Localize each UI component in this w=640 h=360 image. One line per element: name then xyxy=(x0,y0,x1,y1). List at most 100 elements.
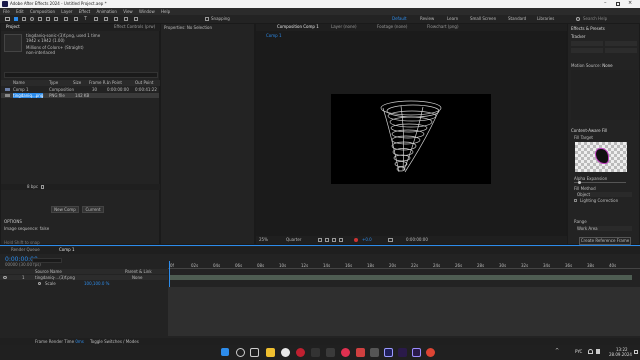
snapping-checkbox[interactable] xyxy=(205,17,209,21)
tab-flowchart[interactable]: Flowchart (png) xyxy=(424,24,462,30)
opera-icon[interactable] xyxy=(296,348,305,357)
list-item[interactable]: tingdaniq...png PNG file 142 KB xyxy=(1,93,159,98)
close-button[interactable]: × xyxy=(628,0,632,6)
app-icon[interactable] xyxy=(370,348,379,357)
media-encoder-icon[interactable] xyxy=(398,348,407,357)
search-icon[interactable] xyxy=(576,17,580,21)
minimize-button[interactable]: – xyxy=(604,0,607,6)
project-search-input[interactable] xyxy=(4,72,158,78)
after-effects-icon[interactable] xyxy=(384,348,393,357)
language-indicator[interactable]: PYC xyxy=(575,349,582,355)
maximize-button[interactable] xyxy=(616,2,620,6)
snapshot-icon[interactable] xyxy=(388,238,393,242)
workspace-small-screen[interactable]: Small Screen xyxy=(470,16,496,22)
zoom-tool-icon[interactable] xyxy=(30,17,34,21)
bpc-label[interactable]: 8 bpc xyxy=(27,184,38,190)
clock-date[interactable]: 28.09.2024 xyxy=(609,352,632,357)
col-out-point[interactable]: Out Point xyxy=(135,80,153,86)
track-camera-button[interactable] xyxy=(571,41,603,46)
time-ruler[interactable]: 0f 02s 04s 06s 08s 10s 12s 14s 16s 18s 2… xyxy=(168,263,640,269)
workspace-standard[interactable]: Standard xyxy=(508,16,526,22)
current-time[interactable]: 0:00:00:00 xyxy=(406,237,428,243)
col-source-name[interactable]: Source Name xyxy=(35,269,62,274)
workspace-review[interactable]: Review xyxy=(420,16,434,22)
trash-icon[interactable] xyxy=(41,185,44,189)
tab-effect-controls[interactable]: Effect Controls (prw) xyxy=(111,24,158,30)
lighting-correction-checkbox[interactable] xyxy=(574,199,577,202)
fill-method-dropdown[interactable]: Object xyxy=(577,192,632,197)
col-parent-link[interactable]: Parent & Link xyxy=(125,269,152,274)
wifi-icon[interactable] xyxy=(588,349,593,354)
pen-tool-icon[interactable] xyxy=(74,17,78,21)
track-motion-button[interactable] xyxy=(571,48,603,53)
hand-tool-icon[interactable] xyxy=(22,17,26,21)
premiere-icon[interactable] xyxy=(412,348,421,357)
menu-effect[interactable]: Effect xyxy=(79,9,91,14)
exposure-value[interactable]: +0.0 xyxy=(362,237,372,243)
channel-icon[interactable] xyxy=(354,238,358,242)
search-icon[interactable] xyxy=(236,348,245,357)
menu-file[interactable]: File xyxy=(3,9,10,14)
file-explorer-icon[interactable] xyxy=(266,348,275,357)
tab-composition[interactable]: Composition Comp 1 xyxy=(274,24,322,30)
content-aware-fill-title[interactable]: Content-Aware Fill xyxy=(571,128,607,133)
menu-composition[interactable]: Composition xyxy=(30,9,55,14)
col-size[interactable]: Size xyxy=(73,80,81,86)
task-view-icon[interactable] xyxy=(250,348,259,357)
layer-bar[interactable] xyxy=(170,275,632,280)
tray-chevron-icon[interactable]: ^ xyxy=(555,348,559,354)
eye-icon[interactable] xyxy=(3,276,7,279)
epic-games-icon[interactable] xyxy=(311,348,320,357)
clone-tool-icon[interactable] xyxy=(104,17,108,21)
table-row[interactable]: Scale 100,100.0 % xyxy=(0,281,168,286)
mask-visibility-icon[interactable] xyxy=(332,238,336,242)
pan-behind-tool-icon[interactable] xyxy=(54,17,58,21)
toggle-switches-button[interactable]: Toggle Switches / Modes xyxy=(90,339,139,344)
brush-tool-icon[interactable] xyxy=(94,17,98,21)
col-name[interactable]: Name xyxy=(13,80,25,86)
photos-icon[interactable] xyxy=(356,348,365,357)
puppet-tool-icon[interactable] xyxy=(134,17,138,21)
chrome-icon[interactable] xyxy=(426,348,435,357)
notifications-icon[interactable] xyxy=(634,350,638,354)
col-in-point[interactable]: In Point xyxy=(107,80,122,86)
menu-edit[interactable]: Edit xyxy=(16,9,24,14)
rotate-tool-icon[interactable] xyxy=(38,17,42,21)
workspace-libraries[interactable]: Libraries xyxy=(537,16,554,22)
stopwatch-icon[interactable] xyxy=(38,282,41,285)
list-item[interactable]: Comp 1 Composition 30 0:00:00:00 0:00:41… xyxy=(1,87,159,92)
tab-layer[interactable]: Layer (none) xyxy=(328,24,360,30)
yandex-icon[interactable] xyxy=(281,348,290,357)
comp-breadcrumb[interactable]: Comp 1 xyxy=(266,33,282,38)
menu-view[interactable]: View xyxy=(123,9,133,14)
new-comp-button[interactable]: New Comp xyxy=(51,206,79,213)
scale-value[interactable]: 100,100.0 % xyxy=(84,281,109,286)
volume-icon[interactable] xyxy=(596,349,600,354)
workspace-learn[interactable]: Learn xyxy=(447,16,458,22)
tracker-title[interactable]: Tracker xyxy=(571,34,585,39)
eraser-tool-icon[interactable] xyxy=(114,17,118,21)
current-button[interactable]: Current xyxy=(82,206,104,213)
col-type[interactable]: Type xyxy=(49,80,58,86)
parent-dropdown[interactable]: None xyxy=(132,275,142,280)
menu-animation[interactable]: Animation xyxy=(97,9,117,14)
transparency-grid-icon[interactable] xyxy=(325,238,329,242)
opera-gx-icon[interactable] xyxy=(341,348,350,357)
tab-footage[interactable]: Footage (none) xyxy=(374,24,410,30)
tab-comp-1[interactable]: Comp 1 xyxy=(56,247,78,253)
resolution-dropdown[interactable]: Quarter xyxy=(286,237,301,243)
camera-tool-icon[interactable] xyxy=(46,17,50,21)
timeline-search-input[interactable] xyxy=(32,258,62,263)
tab-project[interactable]: Project xyxy=(3,24,23,30)
table-row[interactable]: 1 tingdaniq-...(3)f.png None xyxy=(0,275,168,280)
menu-layer[interactable]: Layer xyxy=(61,9,72,14)
home-icon[interactable] xyxy=(5,17,10,21)
effects-presets-title[interactable]: Effects & Presets xyxy=(571,26,605,31)
selection-tool-icon[interactable] xyxy=(14,17,18,21)
rectangle-tool-icon[interactable] xyxy=(64,17,68,21)
terminal-icon[interactable] xyxy=(326,348,335,357)
create-reference-frame-button[interactable]: Create Reference Frame xyxy=(579,237,631,245)
roto-tool-icon[interactable] xyxy=(124,17,128,21)
zoom-level[interactable]: 25% xyxy=(259,237,268,243)
search-help-input[interactable]: Search Help xyxy=(583,16,607,22)
